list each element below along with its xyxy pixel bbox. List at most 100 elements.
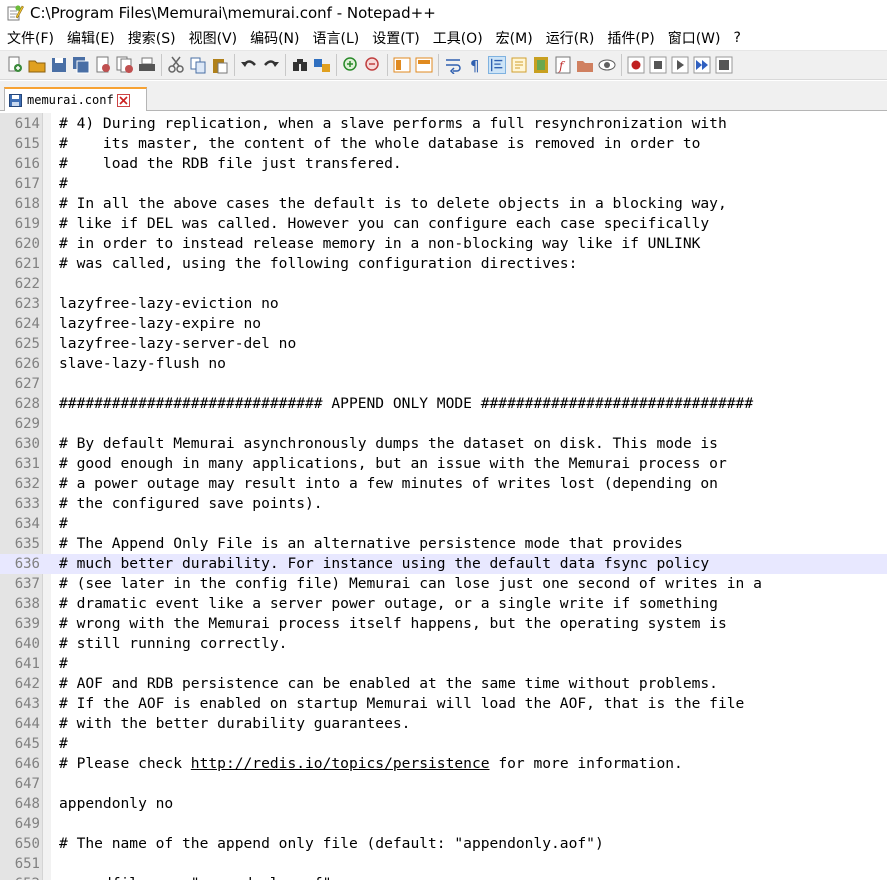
cut-icon[interactable]	[167, 56, 185, 74]
code-line[interactable]: 649	[0, 814, 887, 834]
close-all-icon[interactable]	[116, 56, 134, 74]
run-macro-multiple-icon[interactable]	[693, 56, 711, 74]
code-line[interactable]: 622	[0, 274, 887, 294]
sync-vertical-icon[interactable]	[393, 56, 411, 74]
sync-horizontal-icon[interactable]	[415, 56, 433, 74]
persistence-docs-link[interactable]: http://redis.io/topics/persistence	[191, 755, 490, 772]
menu-item[interactable]: 窗口(W)	[661, 28, 727, 48]
line-text[interactable]: # The name of the append only file (defa…	[59, 834, 604, 854]
code-line[interactable]: 637 # (see later in the config file) Memu…	[0, 574, 887, 594]
paste-icon[interactable]	[211, 56, 229, 74]
code-line[interactable]: 616 # load the RDB file just transfered.	[0, 154, 887, 174]
code-line[interactable]: 624 lazyfree-lazy-expire no	[0, 314, 887, 334]
menu-item[interactable]: 编码(N)	[243, 28, 305, 48]
menu-item[interactable]: 插件(P)	[600, 28, 660, 48]
editor[interactable]: 614 # 4) During replication, when a slave…	[0, 113, 887, 880]
line-text[interactable]: # Please check http://redis.io/topics/pe…	[59, 754, 683, 774]
line-text[interactable]: appendfilename "appendonly.aof"	[59, 874, 331, 880]
menu-item[interactable]: 设置(T)	[365, 28, 425, 48]
line-text[interactable]: # with the better durability guarantees.	[59, 714, 410, 734]
line-text[interactable]: lazyfree-lazy-server-del no	[59, 334, 296, 354]
code-line[interactable]: 642 # AOF and RDB persistence can be enab…	[0, 674, 887, 694]
new-file-icon[interactable]	[6, 56, 24, 74]
code-line[interactable]: 645 #	[0, 734, 887, 754]
line-text[interactable]: #	[59, 734, 68, 754]
code-line[interactable]: 635 # The Append Only File is an alternat…	[0, 534, 887, 554]
menu-item[interactable]: 语言(L)	[306, 28, 366, 48]
menu-item[interactable]: 运行(R)	[539, 28, 601, 48]
menu-item[interactable]: 文件(F)	[0, 28, 60, 48]
code-line[interactable]: 643 # If the AOF is enabled on startup Me…	[0, 694, 887, 714]
language-icon[interactable]	[510, 56, 528, 74]
line-text[interactable]: lazyfree-lazy-expire no	[59, 314, 261, 334]
line-text[interactable]: # was called, using the following config…	[59, 254, 577, 274]
line-text[interactable]: # If the AOF is enabled on startup Memur…	[59, 694, 744, 714]
menu-item[interactable]: 搜索(S)	[121, 28, 182, 48]
code-line[interactable]: 625 lazyfree-lazy-server-del no	[0, 334, 887, 354]
code-line[interactable]: 631 # good enough in many applications, b…	[0, 454, 887, 474]
code-line[interactable]: 627	[0, 374, 887, 394]
close-file-icon[interactable]	[94, 56, 112, 74]
monitoring-icon[interactable]	[598, 56, 616, 74]
copy-icon[interactable]	[189, 56, 207, 74]
code-line[interactable]: 640 # still running correctly.	[0, 634, 887, 654]
code-line[interactable]: 618 # In all the above cases the default …	[0, 194, 887, 214]
code-line[interactable]: 634 #	[0, 514, 887, 534]
line-text[interactable]: ############################## APPEND ON…	[59, 394, 753, 414]
line-text[interactable]: # in order to instead release memory in …	[59, 234, 700, 254]
line-text[interactable]: #	[59, 174, 68, 194]
code-line[interactable]: 652 appendfilename "appendonly.aof"	[0, 874, 887, 880]
line-text[interactable]: # AOF and RDB persistence can be enabled…	[59, 674, 718, 694]
line-text[interactable]: #	[59, 514, 68, 534]
indent-guide-icon[interactable]	[488, 56, 506, 74]
line-text[interactable]: # much better durability. For instance u…	[59, 554, 709, 574]
code-line[interactable]: 620 # in order to instead release memory …	[0, 234, 887, 254]
open-file-icon[interactable]	[28, 56, 46, 74]
line-text[interactable]: lazyfree-lazy-eviction no	[59, 294, 279, 314]
line-text[interactable]: # a power outage may result into a few m…	[59, 474, 718, 494]
code-line[interactable]: 646 # Please check http://redis.io/topics…	[0, 754, 887, 774]
code-line[interactable]: 621 # was called, using the following con…	[0, 254, 887, 274]
save-icon[interactable]	[50, 56, 68, 74]
current-line[interactable]: 636 # much better durability. For instanc…	[0, 554, 887, 574]
code-line[interactable]: 619 # like if DEL was called. However you…	[0, 214, 887, 234]
line-text[interactable]: # like if DEL was called. However you ca…	[59, 214, 709, 234]
show-all-chars-icon[interactable]: ¶	[466, 56, 484, 74]
code-line[interactable]: 641 #	[0, 654, 887, 674]
code-lines[interactable]: 614 # 4) During replication, when a slave…	[0, 114, 887, 880]
line-text[interactable]: # the configured save points).	[59, 494, 323, 514]
line-text[interactable]: # (see later in the config file) Memurai…	[59, 574, 762, 594]
close-tab-icon[interactable]	[116, 93, 130, 107]
line-text[interactable]: #	[59, 654, 68, 674]
line-text[interactable]: # still running correctly.	[59, 634, 287, 654]
code-line[interactable]: 650 # The name of the append only file (d…	[0, 834, 887, 854]
menu-item[interactable]: 编辑(E)	[60, 28, 121, 48]
code-line[interactable]: 628 ############################## APPEND…	[0, 394, 887, 414]
code-line[interactable]: 632 # a power outage may result into a fe…	[0, 474, 887, 494]
print-icon[interactable]	[138, 56, 156, 74]
redo-icon[interactable]	[262, 56, 280, 74]
zoom-in-icon[interactable]	[342, 56, 360, 74]
menu-item[interactable]: ?	[727, 30, 747, 46]
line-text[interactable]: # By default Memurai asynchronously dump…	[59, 434, 718, 454]
code-line[interactable]: 615 # its master, the content of the whol…	[0, 134, 887, 154]
code-line[interactable]: 648 appendonly no	[0, 794, 887, 814]
code-line[interactable]: 639 # wrong with the Memurai process itse…	[0, 614, 887, 634]
save-all-icon[interactable]	[72, 56, 90, 74]
stop-macro-icon[interactable]	[649, 56, 667, 74]
tab-memurai-conf[interactable]: memurai.conf	[4, 87, 147, 111]
code-line[interactable]: 644 # with the better durability guarante…	[0, 714, 887, 734]
line-text[interactable]: appendonly no	[59, 794, 173, 814]
zoom-out-icon[interactable]	[364, 56, 382, 74]
folder-workspace-icon[interactable]	[576, 56, 594, 74]
undo-icon[interactable]	[240, 56, 258, 74]
line-text[interactable]: # its master, the content of the whole d…	[59, 134, 700, 154]
line-text[interactable]: # dramatic event like a server power out…	[59, 594, 718, 614]
play-macro-icon[interactable]	[671, 56, 689, 74]
menu-item[interactable]: 视图(V)	[182, 28, 244, 48]
code-line[interactable]: 617 #	[0, 174, 887, 194]
word-wrap-icon[interactable]	[444, 56, 462, 74]
code-line[interactable]: 629	[0, 414, 887, 434]
code-line[interactable]: 651	[0, 854, 887, 874]
code-line[interactable]: 626 slave-lazy-flush no	[0, 354, 887, 374]
